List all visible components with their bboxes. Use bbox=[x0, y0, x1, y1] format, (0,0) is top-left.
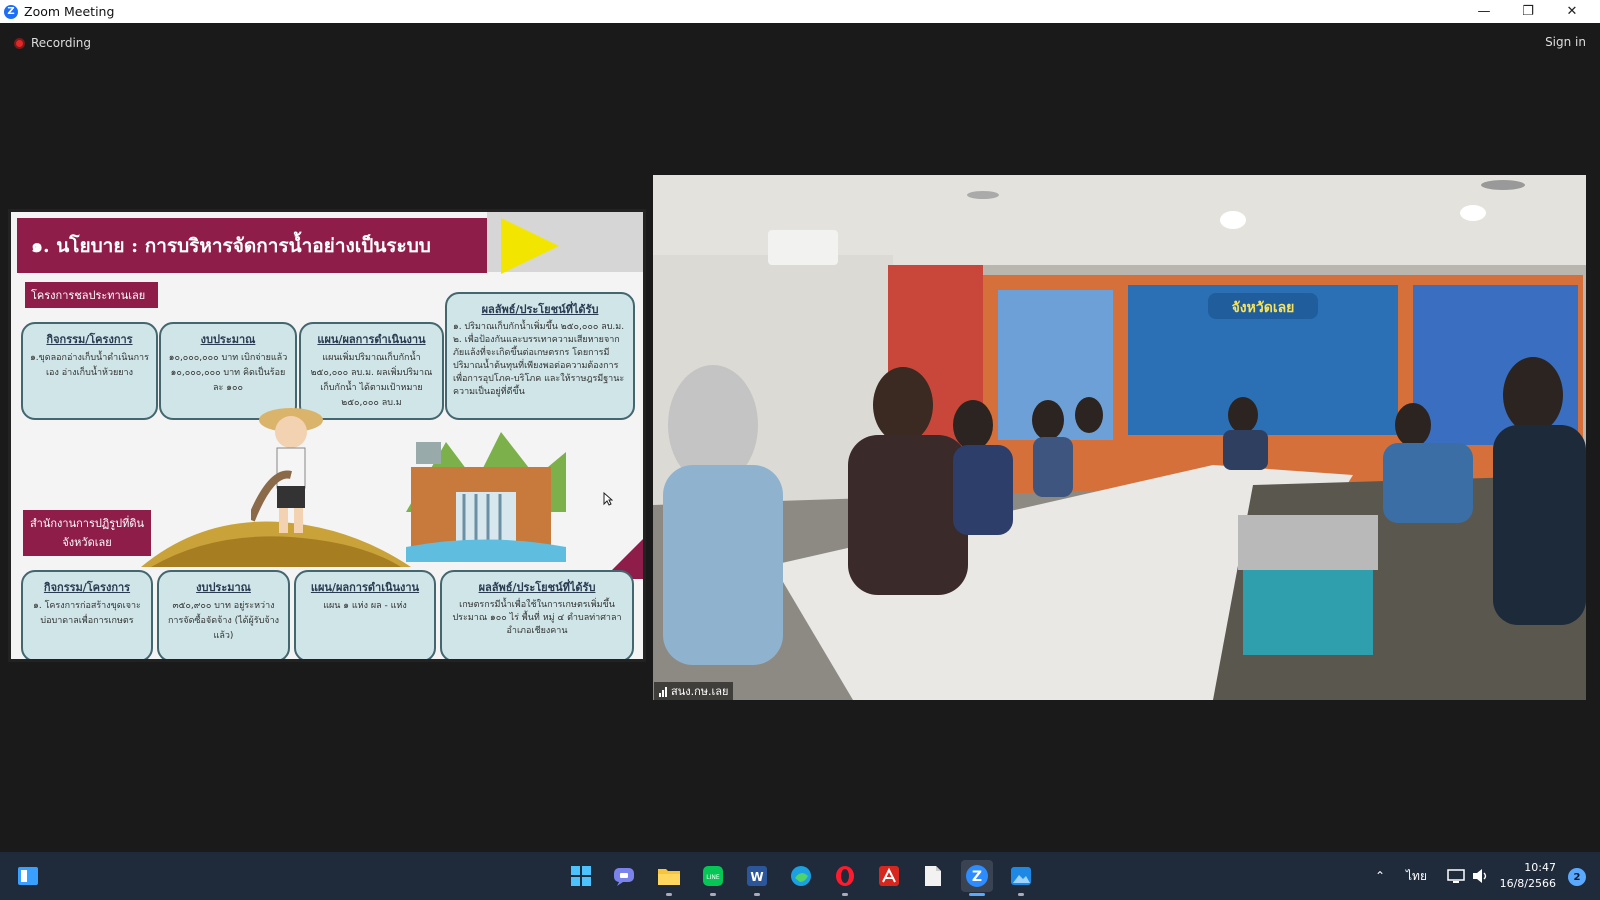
box-heading: แผน/ผลการดำเนินงาน bbox=[317, 333, 426, 346]
file-explorer-icon[interactable] bbox=[653, 860, 685, 896]
sign-in-button[interactable]: Sign in bbox=[1545, 35, 1586, 49]
acrobat-icon[interactable] bbox=[873, 860, 905, 892]
section1-result-box: ผลลัพธ์/ประโยชน์ที่ได้รับ ๑. ปริมาณเก็บก… bbox=[445, 292, 635, 420]
notification-badge[interactable]: 2 bbox=[1568, 868, 1586, 886]
windows-taskbar: LINE W Z ⌃ ไทย 10:47 16/8/2566 2 bbox=[0, 852, 1600, 900]
participant-name-label: สนง.กษ.เลย bbox=[654, 682, 734, 700]
section1-tag: โครงการชลประทานเลย bbox=[25, 282, 158, 308]
section2-budget-box: งบประมาณ ๓๕๐,๙๐๐ บาท อยู่ระหว่างการจัดซื… bbox=[157, 570, 290, 659]
restore-icon[interactable]: ❐ bbox=[1506, 0, 1550, 23]
recording-label: Recording bbox=[31, 36, 92, 50]
language-indicator[interactable]: ไทย bbox=[1406, 852, 1427, 900]
section2-plan-box: แผน/ผลการดำเนินงาน แผน ๑ แห่ง ผล - แห่ง bbox=[294, 570, 436, 659]
widgets-icon[interactable] bbox=[12, 860, 44, 892]
line-icon[interactable]: LINE bbox=[697, 860, 729, 896]
box-heading: งบประมาณ bbox=[196, 581, 251, 594]
shared-slide[interactable]: ๑. นโยบาย : การบริหารจัดการน้ำอย่างเป็นร… bbox=[8, 209, 646, 662]
box-text: แผน ๑ แห่ง ผล - แห่ง bbox=[323, 601, 407, 611]
section2-result-box: ผลลัพธ์/ประโยชน์ที่ได้รับ เกษตรกรมีน้ำเพ… bbox=[440, 570, 634, 659]
box-heading: งบประมาณ bbox=[200, 333, 256, 346]
slide-title: ๑. นโยบาย : การบริหารจัดการน้ำอย่างเป็นร… bbox=[17, 218, 487, 273]
box-text: ๓๕๐,๙๐๐ บาท อยู่ระหว่างการจัดซื้อจัดจ้าง… bbox=[167, 601, 280, 641]
meeting-top-bar: Recording Sign in bbox=[0, 23, 1600, 61]
dam-illustration bbox=[406, 432, 566, 562]
section2-tag: สำนักงานการปฏิรูปที่ดินจังหวัดเลย bbox=[23, 510, 151, 556]
banner-text: จังหวัดเลย bbox=[1232, 300, 1295, 316]
mouse-cursor-icon bbox=[603, 492, 613, 506]
participant-video[interactable]: จังหวัดเลย bbox=[653, 175, 1586, 700]
box-text: ๑. โครงการก่อสร้างขุดเจาะบ่อบาดาลเพื่อกา… bbox=[33, 601, 141, 626]
clock-time: 10:47 bbox=[1524, 861, 1556, 874]
minimize-icon[interactable]: — bbox=[1462, 0, 1506, 23]
recording-indicator[interactable]: Recording bbox=[14, 36, 91, 50]
box-text: ๑.ขุดลอกอ่างเก็บน้ำดำเนินการเอง อ่างเก็บ… bbox=[30, 353, 149, 378]
zoom-icon: Z bbox=[4, 4, 18, 19]
word-icon[interactable]: W bbox=[741, 860, 773, 896]
record-icon bbox=[14, 37, 25, 49]
teams-chat-icon[interactable] bbox=[609, 860, 641, 892]
opera-icon[interactable] bbox=[829, 860, 861, 896]
box-text: เกษตรกรมีน้ำเพื่อใช้ในการเกษตรเพิ่มขึ้น … bbox=[452, 600, 622, 636]
photos-icon[interactable] bbox=[1005, 860, 1037, 896]
section2-activity-box: กิจกรรม/โครงการ ๑. โครงการก่อสร้างขุดเจา… bbox=[21, 570, 153, 659]
notepad-icon[interactable] bbox=[917, 860, 949, 892]
box-heading: กิจกรรม/โครงการ bbox=[46, 333, 133, 346]
box-heading: ผลลัพธ์/ประโยชน์ที่ได้รับ bbox=[478, 581, 596, 594]
arrow-icon bbox=[501, 218, 559, 274]
show-hidden-icons-chevron-up-icon[interactable]: ⌃ bbox=[1375, 852, 1385, 900]
svg-text:Z: Z bbox=[972, 869, 982, 885]
farmer-illustration bbox=[251, 408, 323, 533]
svg-text:LINE: LINE bbox=[706, 874, 720, 881]
box-heading: แผน/ผลการดำเนินงาน bbox=[310, 581, 420, 594]
box-heading: กิจกรรม/โครงการ bbox=[43, 581, 131, 594]
close-icon[interactable]: ✕ bbox=[1550, 0, 1594, 23]
windows-start-icon[interactable] bbox=[565, 860, 597, 892]
box-text: ๑. ปริมาณเก็บกักน้ำเพิ่มขึ้น ๒๕๐,๐๐๐ ลบ.… bbox=[453, 322, 625, 397]
meeting-room-scene: จังหวัดเลย bbox=[653, 175, 1586, 700]
window-title-bar: Z Zoom Meeting — ❐ ✕ bbox=[0, 0, 1600, 23]
volume-icon[interactable] bbox=[1472, 852, 1490, 900]
clock-date: 16/8/2566 bbox=[1499, 877, 1556, 890]
participant-name: สนง.กษ.เลย bbox=[671, 685, 729, 698]
section1-activity-box: กิจกรรม/โครงการ ๑.ขุดลอกอ่างเก็บน้ำดำเนิ… bbox=[21, 322, 158, 420]
box-text: ๑๐,๐๐๐,๐๐๐ บาท เบิกจ่ายแล้ว ๑๐,๐๐๐,๐๐๐ บ… bbox=[168, 353, 288, 393]
box-heading: ผลลัพธ์/ประโยชน์ที่ได้รับ bbox=[481, 303, 599, 316]
edge-icon[interactable] bbox=[785, 860, 817, 892]
network-icon[interactable] bbox=[1447, 852, 1465, 900]
zoom-icon[interactable]: Z bbox=[961, 860, 993, 896]
taskbar-clock[interactable]: 10:47 16/8/2566 bbox=[1500, 860, 1556, 892]
signal-bars-icon bbox=[659, 686, 667, 697]
window-title: Zoom Meeting bbox=[24, 4, 115, 19]
svg-text:W: W bbox=[750, 870, 763, 884]
